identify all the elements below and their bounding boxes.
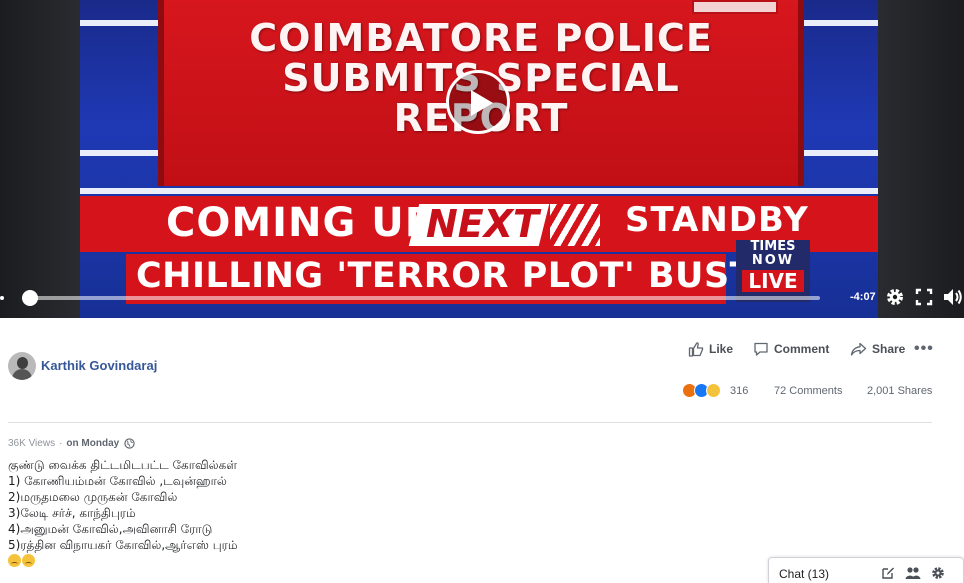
banner-tag [692, 0, 778, 14]
ticker-story: CHILLING 'TERROR PLOT' BUSTED [136, 256, 808, 296]
video-letterbox-right [878, 0, 964, 318]
author-name[interactable]: Karthik Govindaraj [41, 358, 157, 373]
avatar[interactable] [8, 352, 36, 380]
chat-bar[interactable]: Chat (13) [768, 557, 964, 583]
avatar-body [12, 369, 32, 380]
post-line: குண்டு வைக்க திட்டமிடபட்ட கோவில்கள் [8, 458, 238, 472]
compose-icon[interactable] [881, 566, 895, 580]
progress-start-mark [0, 296, 4, 300]
settings-icon [887, 289, 903, 305]
shares-count[interactable]: 2,001 Shares [867, 385, 932, 397]
ticker-next: NEXT [426, 202, 539, 246]
sad-reaction-icon [706, 383, 721, 398]
reaction-count[interactable]: 316 [730, 385, 748, 397]
channel-logo-line: NOW [751, 253, 795, 268]
progress-bar[interactable] [30, 296, 820, 300]
post-body: குண்டு வைக்க திட்டமிடபட்ட கோவில்கள் 1) க… [8, 457, 237, 569]
video-letterbox-left [0, 0, 80, 318]
thumbs-up-icon [688, 342, 704, 357]
comments-count[interactable]: 72 Comments [774, 385, 842, 397]
channel-logo-line: LIVE [742, 270, 804, 292]
ticker-standby: STANDBY [625, 200, 809, 240]
like-label: Like [709, 342, 734, 356]
background-stripe [80, 188, 878, 194]
post-line: 3)லேடி சர்ச், காந்திபுரம் [8, 506, 136, 520]
settings-icon[interactable] [931, 566, 945, 580]
post-line: 5)ரத்தின விநாயகர் கோவில்,ஆர்எஸ் புரம் [8, 538, 238, 552]
ticker-slashes [550, 204, 600, 246]
ticker-coming-up: COMING UP [166, 200, 436, 246]
fullscreen-icon [915, 288, 933, 306]
volume-icon [944, 289, 962, 305]
post-line: 1) கோணியம்மன் கோவில் ,டவுன்ஹால் [8, 474, 227, 488]
play-button[interactable] [446, 70, 510, 134]
group-icon[interactable] [905, 566, 921, 580]
like-button[interactable]: Like [688, 340, 733, 358]
globe-icon [124, 438, 135, 449]
comment-label: Comment [774, 342, 830, 356]
headline-line: COIMBATORE POLICE [249, 16, 713, 60]
settings-button[interactable] [885, 287, 905, 307]
fullscreen-button[interactable] [914, 287, 934, 307]
share-icon [850, 342, 867, 356]
post-meta: 36K Views · on Monday [8, 438, 135, 449]
volume-button[interactable] [942, 287, 962, 307]
divider [8, 422, 932, 423]
post-timestamp[interactable]: on Monday [66, 438, 119, 449]
sad-face-icon [8, 554, 21, 567]
avatar-head [17, 357, 28, 369]
sad-face-icon [22, 554, 35, 567]
share-button[interactable]: Share [850, 340, 905, 358]
comment-button[interactable]: Comment [753, 340, 829, 358]
channel-logo-line: TIMES [750, 239, 796, 254]
play-icon [471, 90, 493, 116]
post-line: 4)அனுமன் கோவில்,அவினாசி ரோடு [8, 522, 213, 536]
meta-separator: · [59, 438, 63, 449]
channel-logo: TIMES NOW LIVE [736, 240, 810, 302]
share-label: Share [872, 342, 906, 356]
time-remaining: -4:07 [850, 291, 876, 303]
video-player[interactable]: COIMBATORE POLICE SUBMITS SPECIAL REPORT… [0, 0, 964, 318]
emoji-row [8, 553, 237, 569]
more-options-icon[interactable]: ••• [914, 340, 934, 358]
video-frame: COIMBATORE POLICE SUBMITS SPECIAL REPORT… [80, 0, 878, 318]
post-line: 2)மருதமலை முருகன் கோவில் [8, 490, 178, 504]
view-count: 36K Views [8, 438, 56, 449]
comment-icon [754, 342, 768, 356]
progress-scrubber[interactable] [22, 290, 38, 306]
